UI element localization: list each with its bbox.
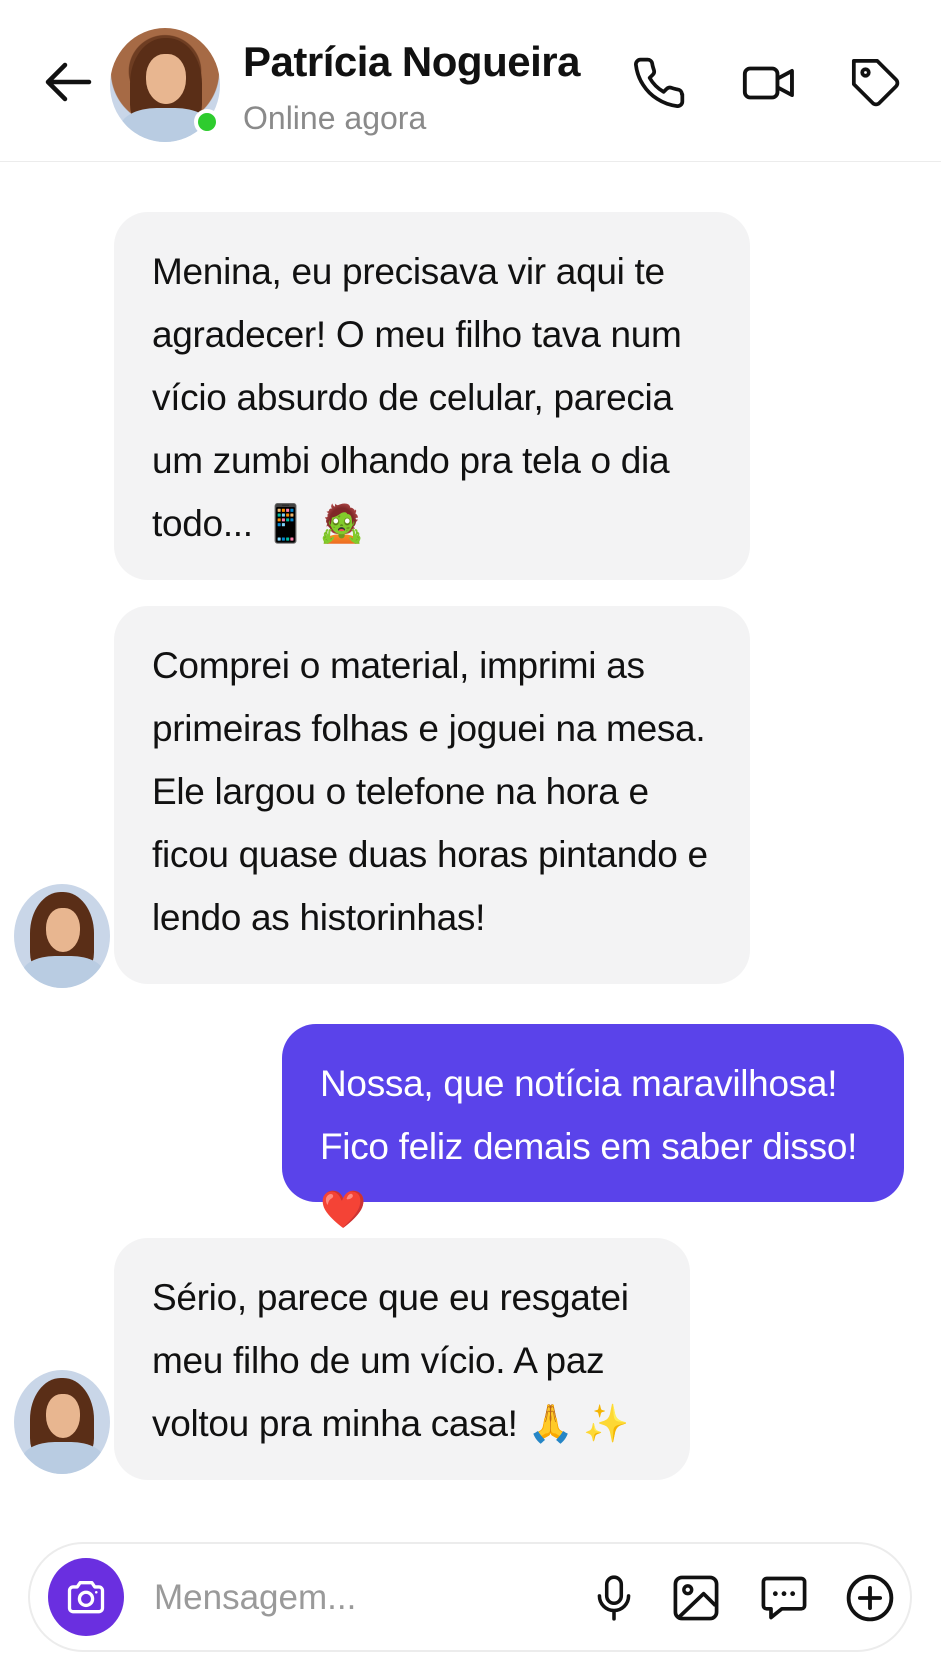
microphone-button[interactable]: [582, 1566, 646, 1630]
contact-name[interactable]: Patrícia Nogueira: [243, 38, 580, 86]
camera-icon: [67, 1581, 105, 1614]
message-input[interactable]: [154, 1568, 574, 1628]
sender-avatar[interactable]: [14, 884, 110, 988]
camera-button[interactable]: [48, 1558, 124, 1636]
video-camera-icon: [742, 66, 794, 100]
image-icon: [673, 1575, 719, 1621]
message-bubble-incoming[interactable]: Comprei o material, imprimi as primeiras…: [114, 606, 750, 984]
message-composer: [28, 1542, 912, 1652]
chat-bubble-icon: [761, 1576, 807, 1620]
avatar-shirt: [22, 1442, 104, 1474]
plus-circle-icon: [846, 1574, 894, 1622]
avatar-face: [46, 1394, 80, 1438]
tag-button[interactable]: [845, 52, 907, 114]
avatar-shirt: [22, 956, 104, 988]
phone-icon: [634, 57, 685, 108]
chat-header: Patrícia Nogueira Online agora: [0, 0, 941, 162]
add-attachment-button[interactable]: [838, 1566, 902, 1630]
video-call-button[interactable]: [738, 52, 800, 114]
online-indicator: [194, 109, 220, 135]
avatar-face: [46, 908, 80, 952]
back-arrow-icon: [45, 62, 92, 102]
contact-status: Online agora: [243, 100, 427, 136]
back-button[interactable]: [36, 50, 100, 114]
sender-avatar[interactable]: [14, 1370, 110, 1474]
sticker-chat-button[interactable]: [752, 1566, 816, 1630]
message-bubble-outgoing[interactable]: Nossa, que notícia maravilhosa! Fico fel…: [282, 1024, 904, 1230]
tag-icon: [851, 58, 900, 107]
message-bubble-incoming[interactable]: Sério, parece que eu resgatei meu filho …: [114, 1238, 690, 1480]
microphone-icon: [597, 1575, 631, 1621]
call-button[interactable]: [628, 52, 690, 114]
chat-screen: Patrícia Nogueira Online agora Menina, e…: [0, 0, 941, 1672]
avatar-face: [146, 54, 186, 104]
message-bubble-incoming[interactable]: Menina, eu precisava vir aqui te agradec…: [114, 212, 750, 580]
gallery-button[interactable]: [664, 1566, 728, 1630]
